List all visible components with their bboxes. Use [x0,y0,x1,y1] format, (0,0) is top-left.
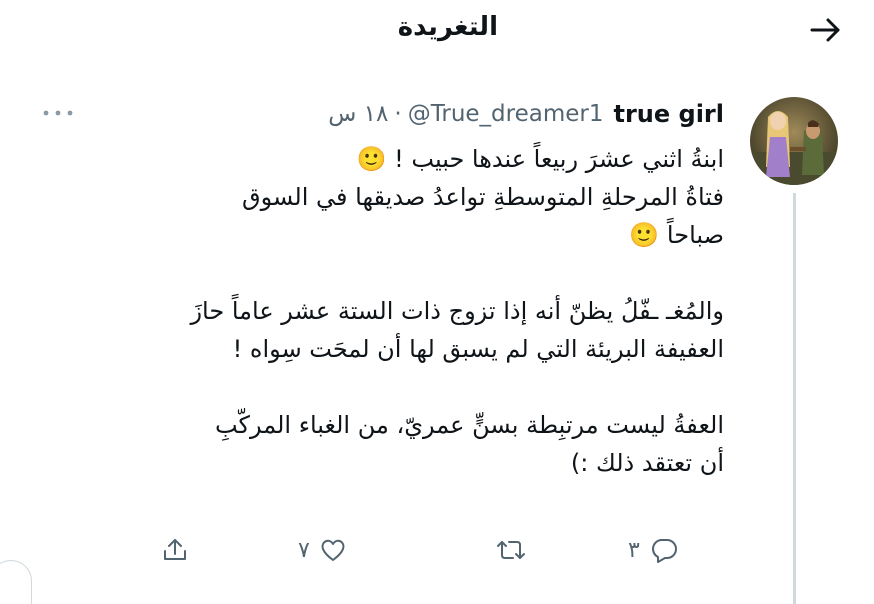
like-count: ٧ [298,537,310,563]
share-icon [164,539,186,560]
retweet-icon [497,541,525,559]
arrow-right-icon [810,18,840,42]
tweet-line: صباحاً 🙂 [629,221,724,249]
tweet-time[interactable]: ١٨ س [328,101,388,127]
meta-separator: · [394,101,402,127]
share-button[interactable] [160,528,190,572]
tweet-line: ابنةُ اثني عشرَ ربيعاً عندها حبيب ! 🙂 [356,145,724,173]
action-bar: ٧ ٣ [0,528,874,572]
reply-button[interactable]: ٣ [628,528,680,572]
avatar-image [750,97,838,185]
retweet-button[interactable] [495,528,535,572]
display-name[interactable]: true girl [614,100,725,128]
tweet-meta: true girl @True_dreamer1 · ١٨ س [328,99,724,129]
tweet-line: أن تعتقد ذلك :) [570,449,724,477]
more-button[interactable] [38,103,78,123]
tweet-line: العفيفة البريئة التي لم يسبق لها أن لمحَ… [232,335,724,363]
tweet-text: ابنةُ اثني عشرَ ربيعاً عندها حبيب ! 🙂 فت… [94,140,724,482]
like-button[interactable]: ٧ [298,528,348,572]
header: التغريدة [0,0,874,62]
tweet-line: فتاةُ المرحلةِ المتوسطةِ تواعدُ صديقها ف… [241,183,724,211]
user-handle[interactable]: @True_dreamer1 [408,101,604,127]
more-dots-icon [43,110,73,116]
back-button[interactable] [808,12,844,48]
tweet-line: العفةُ ليست مرتبِطة بسنٍّ عمريّ، من الغب… [214,411,724,439]
reply-count: ٣ [628,537,640,563]
tweet-line: والمُغـ ـفّلُ يظنّ أنه إذا تزوج ذات الست… [190,297,724,325]
reply-icon [651,539,677,563]
avatar[interactable] [750,97,838,185]
heart-icon [321,539,345,561]
tweet-page: التغريدة true girl @True_dreamer1 · ١٨ س… [0,0,874,604]
page-title: التغريدة [397,12,498,42]
